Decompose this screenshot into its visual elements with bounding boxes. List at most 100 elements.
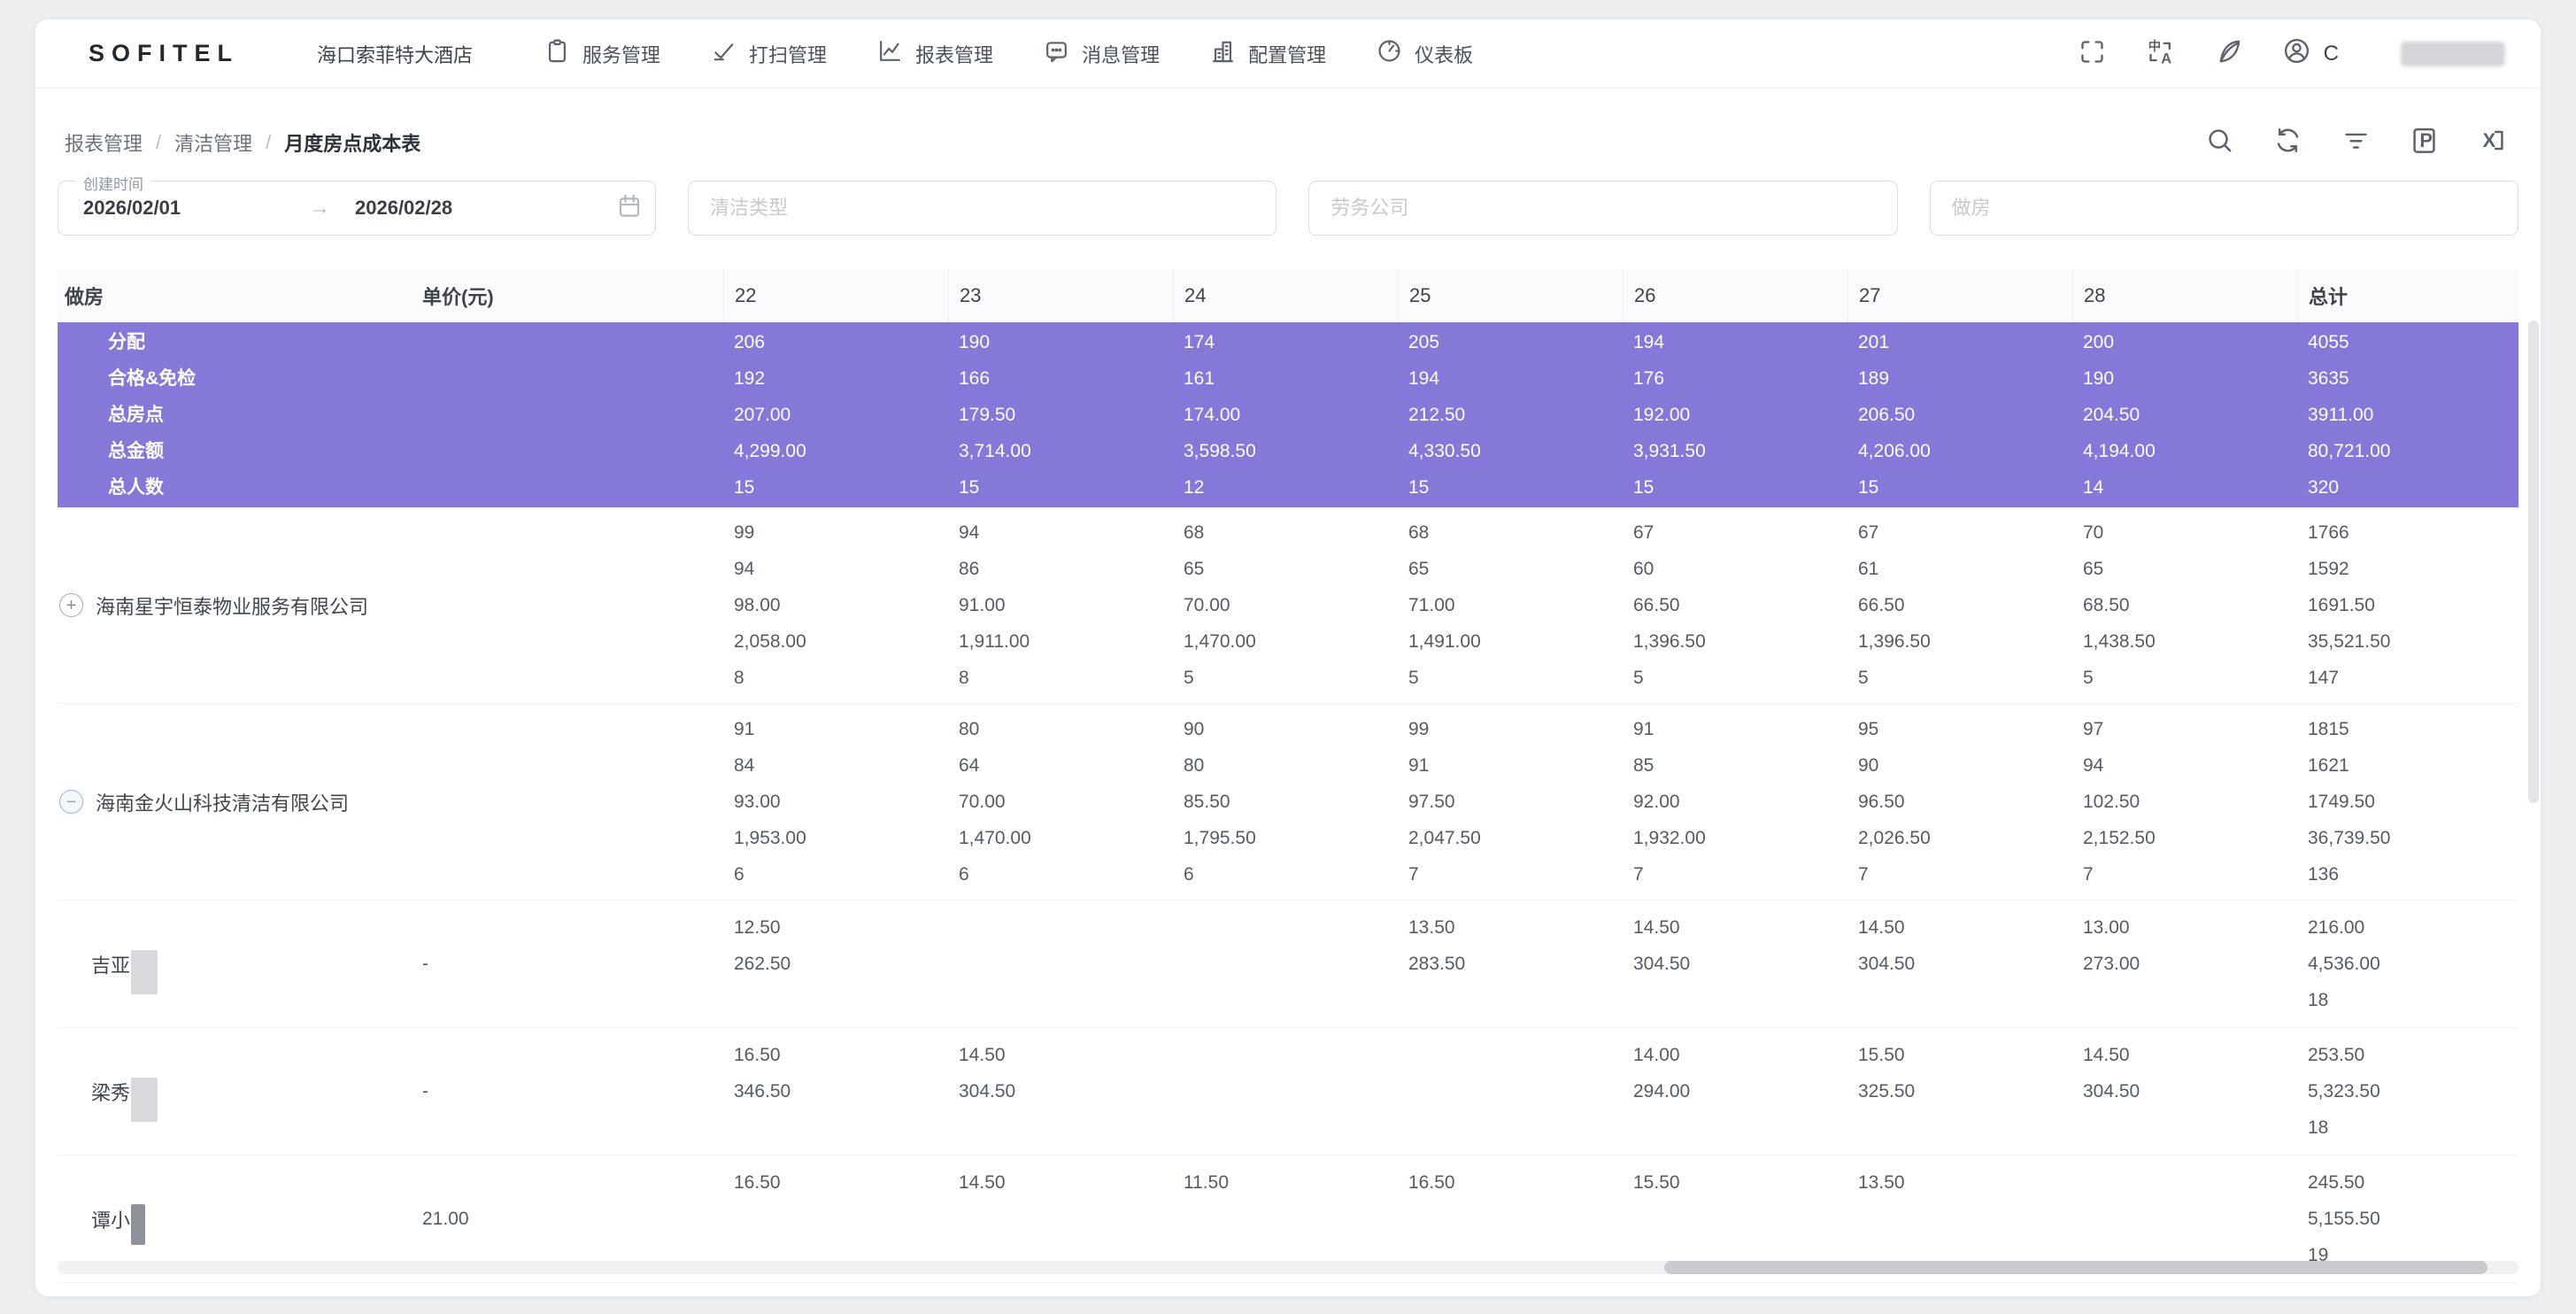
- header-day-22: 22: [723, 269, 948, 322]
- cell-total: 181516211749.5036,739.50136: [2297, 711, 2518, 893]
- user-area[interactable]: C: [2282, 36, 2339, 72]
- cell-value: 94: [734, 551, 806, 587]
- cleaning-type-input[interactable]: [710, 197, 1254, 220]
- cell-value: 92.00: [1633, 784, 1706, 820]
- export-pdf-icon[interactable]: P: [2409, 125, 2440, 160]
- cell-value: 7: [1633, 856, 1706, 893]
- date-end-input[interactable]: [355, 197, 615, 220]
- cell-value: 1766: [2308, 514, 2390, 551]
- export-excel-icon[interactable]: X: [2477, 125, 2508, 160]
- cell-room: +海南星宇恒泰物业服务有限公司: [58, 514, 412, 696]
- breadcrumb-cleaning[interactable]: 清洁管理: [174, 128, 252, 157]
- nav-item-label: 服务管理: [582, 40, 660, 68]
- labor-company-input[interactable]: [1330, 197, 1875, 220]
- vertical-scrollbar-thumb[interactable]: [2528, 321, 2539, 803]
- cell-value: 71.00: [1408, 587, 1481, 623]
- breadcrumb-reports[interactable]: 报表管理: [65, 128, 143, 157]
- cell-day-24: [1173, 909, 1398, 1018]
- cell-value: 1,470.00: [959, 820, 1031, 856]
- calendar-icon[interactable]: [615, 192, 644, 225]
- gauge-icon: [1376, 37, 1403, 70]
- nav-item-service[interactable]: 服务管理: [544, 37, 660, 70]
- cell-value: 2,152.50: [2083, 820, 2156, 856]
- cell-day-25: 13.50283.50: [1398, 909, 1623, 1018]
- horizontal-scrollbar[interactable]: [58, 1261, 2518, 1274]
- cell-value: 7: [1408, 856, 1481, 893]
- page-title: 月度房点成本表: [284, 128, 420, 157]
- header-day-24: 24: [1173, 269, 1398, 322]
- cell-value: 5: [1184, 660, 1256, 696]
- nav-item-cleaning[interactable]: 打扫管理: [710, 37, 827, 70]
- cell-value: 70.00: [1184, 587, 1256, 623]
- value-stack: 13.50: [1858, 1164, 1905, 1273]
- app-window: SOFITEL 海口索菲特大酒店 服务管理 打扫管理 报表管理 消息管理 配置管…: [35, 19, 2541, 1296]
- cell-value: 18: [2308, 982, 2380, 1018]
- refresh-icon[interactable]: [2272, 125, 2303, 160]
- date-range-field[interactable]: 创建时间 →: [58, 181, 656, 236]
- cell-value: 283.50: [1408, 946, 1465, 982]
- cleaning-type-field[interactable]: [688, 181, 1276, 236]
- nav-item-config[interactable]: 配置管理: [1209, 37, 1326, 70]
- toolbar: P X: [2204, 125, 2518, 160]
- nav-item-reports[interactable]: 报表管理: [876, 37, 993, 70]
- search-icon[interactable]: [2204, 125, 2235, 160]
- value-stack: 176615921691.5035,521.50147: [2308, 514, 2390, 696]
- nav-item-dashboard[interactable]: 仪表板: [1376, 37, 1473, 70]
- header-day-26: 26: [1623, 269, 1847, 322]
- value-stack: 908085.501,795.506: [1184, 711, 1256, 893]
- cell-day-27: 14.50304.50: [1847, 909, 2072, 1018]
- cell-value: 6: [959, 856, 1031, 893]
- value-stack: 806470.001,470.006: [959, 711, 1031, 893]
- cell-value: 65: [1184, 551, 1256, 587]
- expand-icon[interactable]: +: [59, 593, 83, 617]
- cell-value: [734, 1201, 781, 1237]
- cell-value: 5: [1858, 660, 1931, 696]
- header-day-27: 27: [1847, 269, 2072, 322]
- cell-value: 91: [734, 711, 806, 747]
- nav-item-messages[interactable]: 消息管理: [1043, 37, 1160, 70]
- collapse-icon[interactable]: −: [59, 790, 83, 814]
- cell-day-23: 14.50304.50: [948, 1037, 1173, 1146]
- summary-row: 分配合格&免检总房点总金额总人数206192207.004,299.001519…: [58, 322, 2518, 507]
- unit-price-value: -: [422, 954, 428, 975]
- value-stack: 14.50304.50: [2083, 1037, 2140, 1146]
- cell-value: 5: [2083, 660, 2156, 696]
- cell-day-28: 200190204.504,194.0014: [2072, 324, 2297, 506]
- cell-day-24: [1173, 1037, 1398, 1146]
- nav-item-label: 打扫管理: [749, 40, 827, 68]
- labor-company-field[interactable]: [1308, 181, 1897, 236]
- cell-value: 3,598.50: [1184, 433, 1256, 469]
- cell-value: 68.50: [2083, 587, 2156, 623]
- cell-value: 1,396.50: [1858, 623, 1931, 660]
- user-initial: C: [2324, 42, 2339, 66]
- cell-value: 201: [1858, 324, 1931, 360]
- cell-value: 67: [1633, 514, 1706, 551]
- cell-value: 194: [1633, 324, 1706, 360]
- cell-unit-price: [412, 514, 723, 696]
- value-stack: 174161174.003,598.5012: [1184, 324, 1256, 506]
- cell-value: [1633, 1109, 1690, 1146]
- value-stack: 200190204.504,194.0014: [2083, 324, 2156, 506]
- cell-value: 216.00: [2308, 909, 2380, 946]
- room-attendant-input[interactable]: [1952, 197, 2496, 220]
- cell-value: 95: [1858, 711, 1931, 747]
- value-stack: 405536353911.0080,721.00320: [2308, 324, 2390, 506]
- summary-label: 分配: [65, 324, 196, 360]
- cell-value: 66.50: [1633, 587, 1706, 623]
- feather-icon[interactable]: [2214, 37, 2243, 71]
- breadcrumb-separator: /: [156, 131, 161, 154]
- cell-value: 4,194.00: [2083, 433, 2156, 469]
- room-attendant-field[interactable]: [1930, 181, 2518, 236]
- cell-value: 207.00: [734, 397, 806, 433]
- filter-icon[interactable]: [2341, 125, 2372, 160]
- date-start-input[interactable]: [83, 197, 309, 220]
- cell-day-23: 190166179.503,714.0015: [948, 324, 1173, 506]
- nav-item-label: 配置管理: [1248, 40, 1326, 68]
- horizontal-scrollbar-thumb[interactable]: [1664, 1261, 2487, 1274]
- fullscreen-icon[interactable]: [2078, 37, 2107, 71]
- cell-value: 245.50: [2308, 1164, 2380, 1201]
- line-chart-icon: [876, 37, 904, 70]
- translate-icon[interactable]: 中A: [2146, 37, 2175, 71]
- cell-day-25: 205194212.504,330.5015: [1398, 324, 1623, 506]
- header-day-28: 28: [2072, 269, 2297, 322]
